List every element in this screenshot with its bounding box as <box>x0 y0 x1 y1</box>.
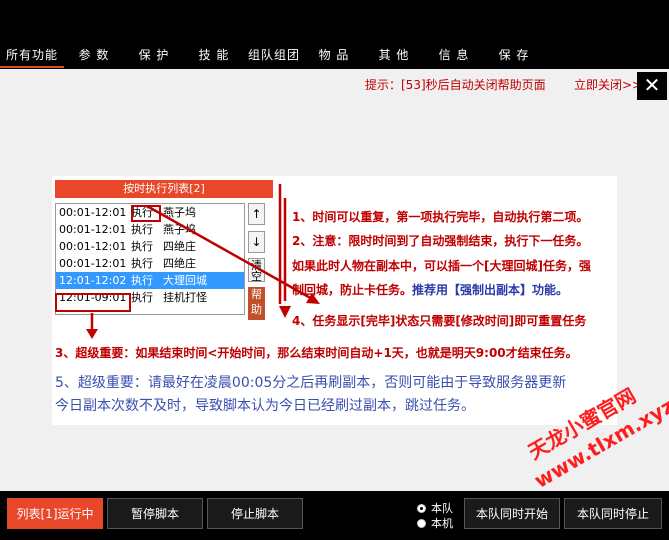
note-5-line2: 今日副本次数不及时，导致脚本认为今日已经刷过副本，跳过任务。 <box>55 398 475 414</box>
tab-params[interactable]: 参 数 <box>64 44 124 68</box>
tab-save[interactable]: 保 存 <box>484 44 544 68</box>
tab-other[interactable]: 其 他 <box>364 44 424 68</box>
team-stop-button[interactable]: 本队同时停止 <box>564 498 662 529</box>
stop-script-button[interactable]: 停止脚本 <box>207 498 303 529</box>
note-3b: 制回城，防止卡任务。推荐用【强制出副本】功能。 <box>292 283 569 297</box>
note-2: 2、注意：限时时间到了自动强制结束，执行下一任务。 <box>292 234 589 248</box>
tab-info[interactable]: 信 息 <box>424 44 484 68</box>
tab-all-features[interactable]: 所有功能 <box>0 44 64 68</box>
radio-self-label: 本机 <box>431 517 453 530</box>
auto-close-notice: 提示：[53]秒后自动关闭帮助页面 <box>365 78 546 92</box>
note-super-important: 3、超级重要：如果结束时间<开始时间，那么结束时间自动+1天，也就是明天9:00… <box>55 346 578 360</box>
radio-off-icon <box>417 518 426 528</box>
pause-script-button[interactable]: 暂停脚本 <box>107 498 203 529</box>
note-1: 1、时间可以重复，第一项执行完毕，自动执行第二项。 <box>292 210 589 224</box>
tab-bar: 所有功能 参 数 保 护 技 能 组队组团 物 品 其 他 信 息 保 存 <box>0 44 544 68</box>
radio-team[interactable]: 本队 <box>417 500 453 516</box>
radio-self[interactable]: 本机 <box>417 515 453 531</box>
radio-on-icon <box>417 503 426 513</box>
help-image: 按时执行列表[2] 00:01-12:01 执行 燕子坞 00:01-12:01 执行… <box>52 176 617 425</box>
tab-items[interactable]: 物 品 <box>304 44 364 68</box>
note-5-line1: 5、超级重要：请最好在凌晨00:05分之后再刷副本，否则可能由于导致服务器更新 <box>55 375 567 391</box>
close-now-link[interactable]: 立即关闭>> <box>574 76 642 93</box>
tab-skills[interactable]: 技 能 <box>184 44 244 68</box>
list-running-button[interactable]: 列表[1]运行中 <box>7 498 103 529</box>
tab-protect[interactable]: 保 护 <box>124 44 184 68</box>
close-icon[interactable]: ✕ <box>637 72 667 100</box>
tab-team[interactable]: 组队组团 <box>244 44 304 68</box>
team-start-button[interactable]: 本队同时开始 <box>464 498 560 529</box>
note-4: 4、任务显示[完毕]状态只需要[修改时间]即可重置任务 <box>292 314 587 328</box>
radio-team-label: 本队 <box>431 502 453 515</box>
note-3: 如果此时人物在副本中，可以插一个[大理回城]任务，强 <box>292 259 591 273</box>
